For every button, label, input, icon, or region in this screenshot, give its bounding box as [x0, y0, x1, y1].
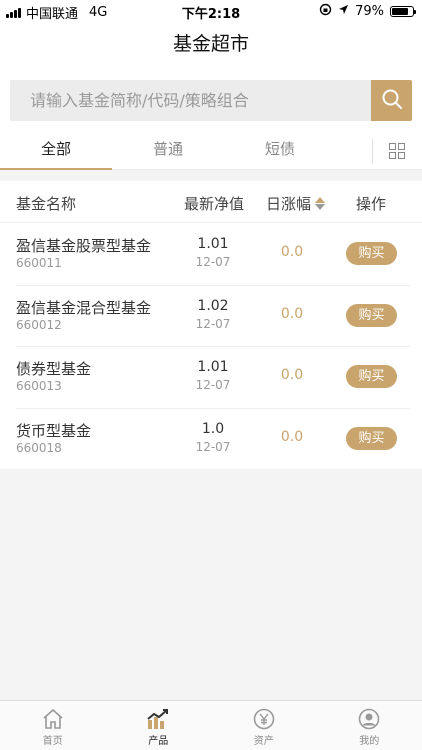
header-change-sort[interactable]: 日涨幅	[266, 193, 326, 214]
search-box	[10, 80, 412, 121]
home-icon	[41, 707, 65, 731]
tabbar-label: 我的	[359, 736, 380, 747]
fund-nav-date: 12-07	[195, 439, 231, 454]
fund-name: 货币型基金	[16, 421, 92, 440]
buy-button[interactable]: 购买	[346, 365, 397, 388]
fund-name: 债券型基金	[16, 360, 92, 378]
fund-code: 660011	[16, 256, 62, 270]
grid-icon	[386, 143, 408, 165]
bottom-tab-bar: 首页 产品 资产 我的	[0, 700, 422, 750]
nav-bar: 基金超市	[0, 22, 422, 66]
tabbar-item-assets[interactable]: 资产	[211, 701, 317, 750]
search-button[interactable]	[371, 80, 412, 121]
fund-nav-date: 12-07	[195, 378, 231, 392]
status-right: 79%	[319, 3, 416, 20]
fund-name: 盈信基金混合型基金	[16, 298, 152, 317]
table-row[interactable]: 盈信基金股票型基金 660011 1.01 12-07 0.0 购买	[0, 223, 422, 285]
fund-table: 基金名称 最新净值 日涨幅 操作 盈信基金股票型基金 660011 1.01 1…	[0, 181, 422, 469]
chart-icon	[146, 707, 170, 731]
user-icon	[357, 707, 381, 731]
search-icon	[381, 88, 403, 114]
fund-nav: 1.02	[197, 297, 229, 314]
tabbar-item-products[interactable]: 产品	[106, 701, 212, 750]
tab-short-bond[interactable]: 短债	[224, 132, 336, 169]
yen-coin-icon	[252, 707, 276, 731]
table-row[interactable]: 盈信基金混合型基金 660012 1.02 12-07 0.0 购买	[0, 284, 422, 347]
fund-nav-date: 12-07	[195, 255, 231, 269]
fund-name: 盈信基金股票型基金	[16, 237, 152, 255]
header-change: 日涨幅	[266, 195, 312, 213]
search-section	[0, 66, 422, 132]
fund-nav: 1.01	[197, 236, 229, 252]
buy-button[interactable]: 购买	[346, 426, 397, 450]
search-input[interactable]	[10, 80, 370, 121]
tabbar-label: 产品	[148, 736, 169, 747]
page-title: 基金超市	[172, 33, 249, 55]
grid-view-button[interactable]	[386, 141, 408, 161]
tabbar-label: 资产	[253, 736, 274, 747]
fund-nav: 1.0	[201, 420, 225, 437]
status-bar: 中国联通 4G 下午2:18 79%	[0, 0, 422, 22]
fund-change: 0.0	[280, 244, 304, 260]
category-tabs: 全部 普通 短债	[0, 132, 422, 170]
table-row[interactable]: 货币型基金 660018 1.0 12-07 0.0 购买	[0, 407, 422, 470]
fund-nav: 1.01	[197, 359, 229, 375]
header-fund-name: 基金名称	[16, 195, 77, 213]
tabbar-label: 首页	[42, 736, 63, 747]
fund-change: 0.0	[280, 367, 304, 383]
fund-change: 0.0	[280, 305, 304, 322]
tab-all[interactable]: 全部	[0, 132, 112, 170]
location-icon	[338, 4, 349, 19]
buy-button[interactable]: 购买	[346, 242, 397, 265]
table-header: 基金名称 最新净值 日涨幅 操作	[0, 181, 422, 223]
tab-divider	[372, 138, 373, 164]
tabbar-item-mine[interactable]: 我的	[317, 701, 422, 750]
fund-code: 660013	[16, 379, 62, 393]
orientation-lock-icon	[319, 3, 332, 20]
buy-button[interactable]: 购买	[346, 303, 397, 327]
sort-icon	[315, 197, 326, 210]
header-nav: 最新净值	[184, 195, 245, 213]
fund-code: 660012	[16, 317, 62, 332]
battery-icon	[390, 6, 416, 17]
tab-regular[interactable]: 普通	[112, 132, 224, 169]
table-row[interactable]: 债券型基金 660013 1.01 12-07 0.0 购买	[0, 346, 422, 408]
battery-percent: 79%	[355, 4, 384, 19]
header-operation: 操作	[356, 195, 387, 213]
tabbar-item-home[interactable]: 首页	[0, 701, 106, 750]
fund-code: 660018	[16, 440, 62, 455]
fund-nav-date: 12-07	[195, 316, 231, 331]
fund-change: 0.0	[280, 428, 304, 445]
